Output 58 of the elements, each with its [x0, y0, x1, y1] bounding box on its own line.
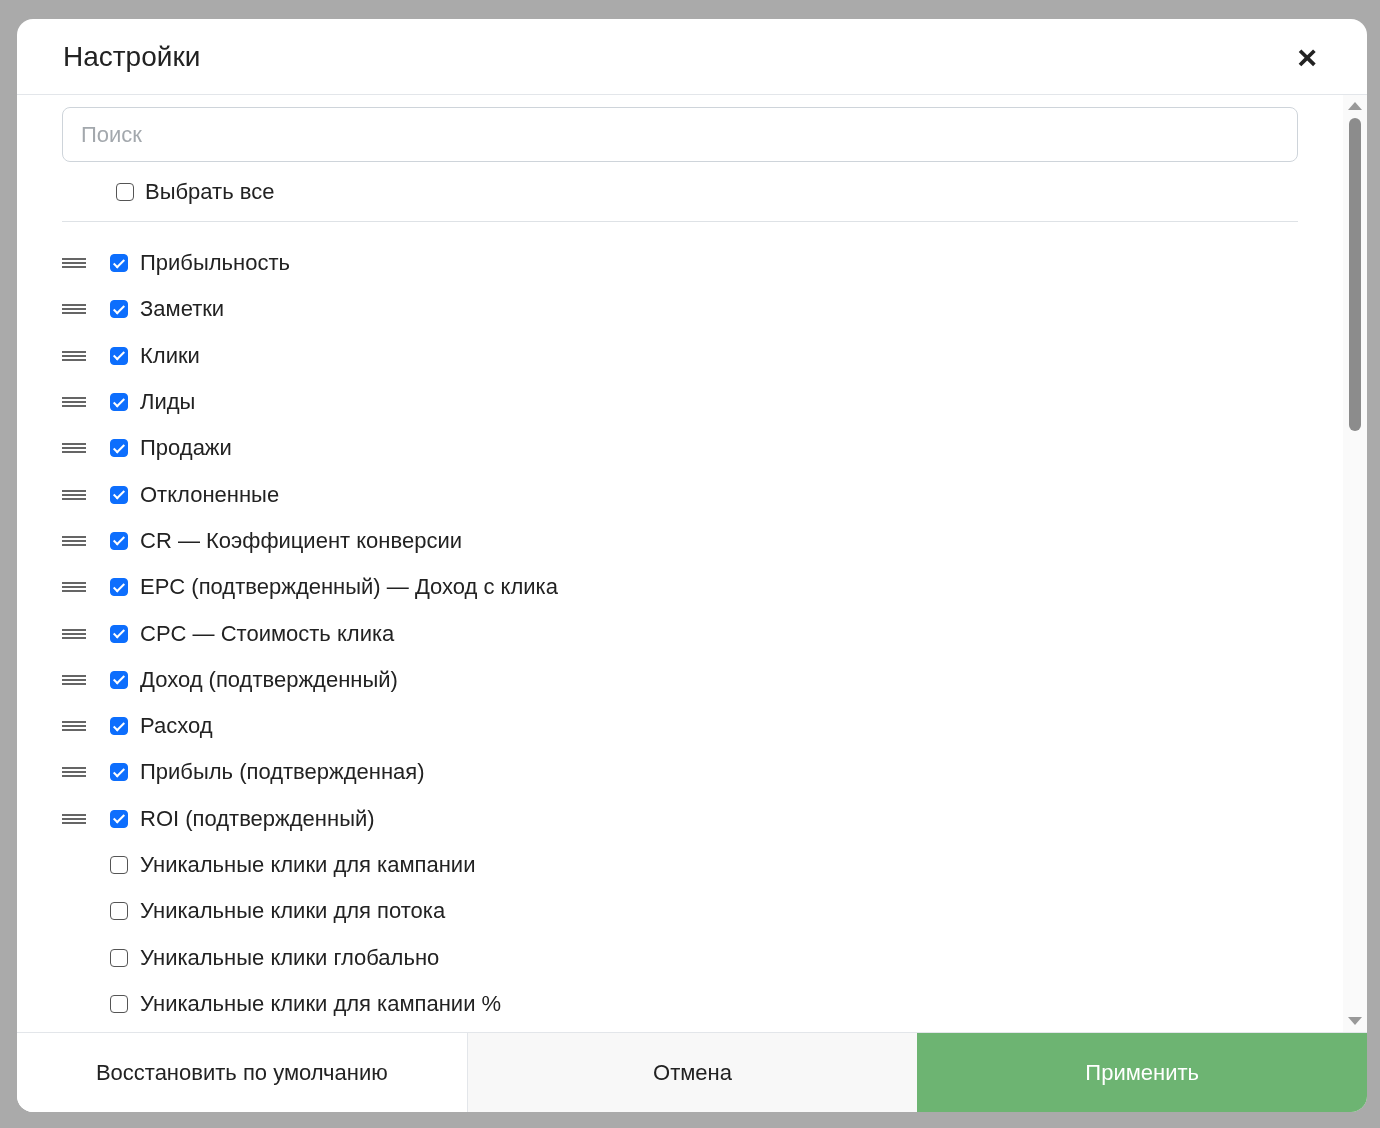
drag-handle-icon[interactable] — [62, 767, 86, 778]
checkbox[interactable] — [110, 300, 128, 319]
scrollbar-thumb[interactable] — [1349, 118, 1361, 431]
scroll-up-arrow-icon[interactable] — [1348, 102, 1362, 110]
checkbox[interactable] — [110, 439, 128, 458]
checkbox[interactable] — [110, 717, 128, 736]
checkbox[interactable] — [110, 994, 128, 1013]
checkbox[interactable] — [110, 902, 128, 921]
dialog-title: Настройки — [63, 40, 201, 73]
drag-handle-icon[interactable] — [62, 258, 86, 269]
column-label: CR — Коэффициент конверсии — [140, 527, 462, 554]
column-label: Отклоненные — [140, 481, 280, 508]
checkbox[interactable] — [110, 578, 128, 597]
scrollbar[interactable] — [1343, 95, 1367, 1032]
checkbox[interactable] — [110, 485, 128, 504]
drag-handle-icon[interactable] — [62, 721, 86, 732]
column-label: Уникальные клики для кампании — [140, 852, 476, 878]
checkbox[interactable] — [110, 948, 128, 967]
checkbox[interactable] — [110, 763, 128, 782]
column-label: Прибыльность — [140, 250, 290, 277]
checkbox[interactable] — [110, 856, 128, 874]
column-label: Расход — [140, 713, 213, 740]
column-label: Доход (подтвержденный) — [140, 666, 398, 693]
checkbox[interactable] — [110, 624, 128, 643]
drag-handle-icon[interactable] — [62, 443, 86, 454]
drag-handle-icon[interactable] — [62, 489, 86, 500]
checkbox[interactable] — [116, 182, 134, 201]
column-label: Уникальные клики глобально — [140, 944, 440, 971]
scroll-down-arrow-icon[interactable] — [1348, 1017, 1362, 1025]
drag-handle-icon[interactable] — [62, 582, 86, 593]
drag-handle-icon[interactable] — [62, 304, 86, 315]
checkbox[interactable] — [110, 670, 128, 689]
column-label: Клики — [140, 342, 200, 369]
column-label: EPC (подтвержденный) — Доход с клика — [140, 574, 558, 601]
drag-handle-icon[interactable] — [62, 397, 86, 408]
drag-handle-icon[interactable] — [62, 535, 86, 546]
reset-button[interactable]: Восстановить по умолчанию — [17, 1033, 468, 1112]
drag-handle-icon[interactable] — [62, 350, 86, 361]
column-label: CPC — Стоимость клика — [140, 620, 395, 647]
column-label: Лиды — [140, 389, 196, 416]
search-field[interactable]: Поиск — [62, 107, 1298, 162]
column-label: Уникальные клики для кампании % — [140, 990, 502, 1017]
drag-handle-icon[interactable] — [62, 674, 86, 685]
checkbox[interactable] — [110, 393, 128, 412]
column-label: ROI (подтвержденный) — [140, 805, 375, 832]
column-label: Прибыль (подтвержденная) — [140, 759, 425, 786]
column-label: Заметки — [140, 296, 225, 323]
cancel-button[interactable]: Отмена — [467, 1033, 918, 1112]
checkbox[interactable] — [110, 346, 128, 365]
drag-handle-icon[interactable] — [62, 628, 86, 639]
close-button[interactable]: × — [1293, 39, 1321, 74]
checkbox[interactable] — [110, 254, 128, 273]
column-label: Продажи — [140, 435, 232, 462]
drag-handle-icon[interactable] — [62, 813, 86, 824]
select-all-label: Выбрать все — [145, 178, 275, 205]
column-label: Уникальные клики для потока — [140, 898, 446, 925]
checkbox[interactable] — [110, 531, 128, 550]
checkbox[interactable] — [110, 809, 128, 828]
